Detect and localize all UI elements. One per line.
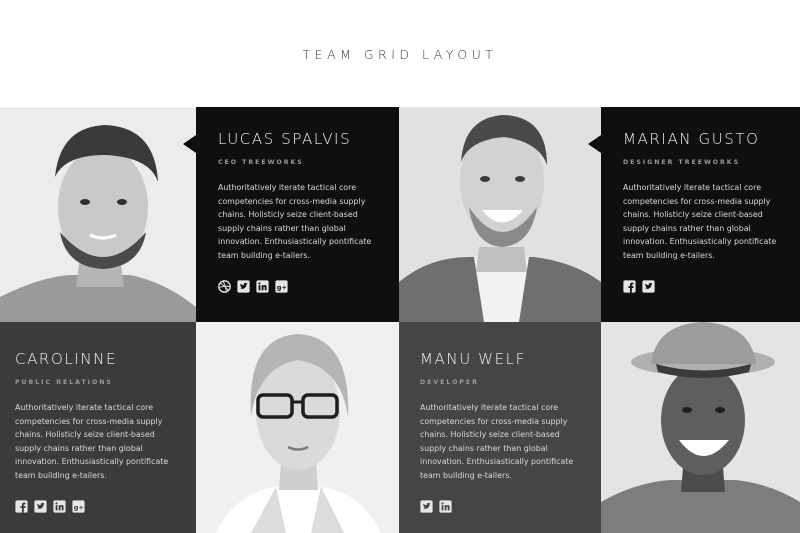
member-name: LUCAS SPALVIS (218, 130, 352, 148)
member-bio: Authoritatively iterate tactical core co… (420, 403, 574, 480)
member-bio: Authoritatively iterate tactical core co… (218, 183, 372, 260)
pointer-arrow (183, 135, 196, 153)
twitter-icon[interactable] (642, 279, 655, 293)
member-role: PUBLIC RELATIONS (15, 379, 113, 386)
facebook-icon[interactable] (623, 279, 636, 293)
twitter-icon[interactable] (237, 279, 250, 293)
google-plus-icon[interactable]: g+ (275, 279, 288, 293)
svg-text:g+: g+ (277, 283, 287, 291)
member-bio: Authoritatively iterate tactical core co… (623, 183, 777, 260)
member-name: CAROLINNE (15, 350, 118, 368)
team-grid: LUCAS SPALVIS CEO TREEWORKS Authoritativ… (0, 107, 800, 533)
manu-card: MANU WELF DEVELOPER Authoritatively iter… (399, 322, 601, 533)
lucas-card: LUCAS SPALVIS CEO TREEWORKS Authoritativ… (183, 107, 399, 322)
member-name: MARIAN GUSTO (623, 130, 760, 148)
member-name: MANU WELF (420, 350, 526, 368)
svg-text:g+: g+ (74, 503, 84, 511)
social-links: g+ (218, 279, 399, 293)
linkedin-icon[interactable] (439, 499, 452, 513)
google-plus-icon[interactable]: g+ (72, 499, 85, 513)
lucas-photo (0, 107, 196, 322)
member-role: CEO TREEWORKS (218, 159, 304, 166)
twitter-icon[interactable] (34, 499, 47, 513)
twitter-icon[interactable] (420, 499, 433, 513)
page-title: TEAM GRID LAYOUT (302, 46, 498, 62)
dribbble-icon[interactable] (218, 279, 231, 293)
carolinne-photo (196, 322, 399, 533)
member-role: DESIGNER TREEWORKS (623, 159, 741, 166)
social-links (420, 499, 601, 513)
marian-card: MARIAN GUSTO DESIGNER TREEWORKS Authorit… (588, 107, 800, 322)
pointer-arrow (588, 135, 601, 153)
linkedin-icon[interactable] (256, 279, 269, 293)
page-header: TEAM GRID LAYOUT (0, 0, 800, 107)
manu-photo (601, 322, 800, 533)
linkedin-icon[interactable] (53, 499, 66, 513)
carolinne-card: CAROLINNE PUBLIC RELATIONS Authoritative… (0, 322, 196, 533)
member-role: DEVELOPER (420, 379, 479, 386)
member-bio: Authoritatively iterate tactical core co… (15, 403, 169, 480)
social-links: g+ (15, 499, 196, 513)
facebook-icon[interactable] (15, 499, 28, 513)
social-links (623, 279, 800, 293)
marian-photo (399, 107, 601, 322)
